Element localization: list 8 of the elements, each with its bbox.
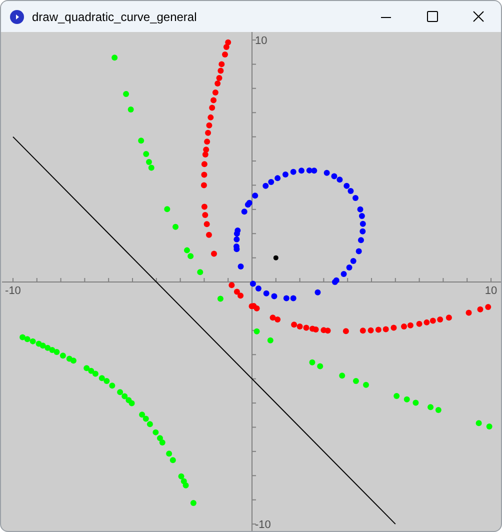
app-icon — [10, 10, 24, 24]
tick-label: -10 — [255, 519, 271, 531]
tick-label: 10 — [255, 34, 268, 47]
tick-label: -10 — [5, 285, 21, 298]
close-icon — [472, 11, 484, 22]
window-title: draw_quadratic_curve_general — [32, 8, 197, 26]
maximize-icon — [426, 11, 438, 22]
tick-label: 10 — [484, 285, 498, 298]
